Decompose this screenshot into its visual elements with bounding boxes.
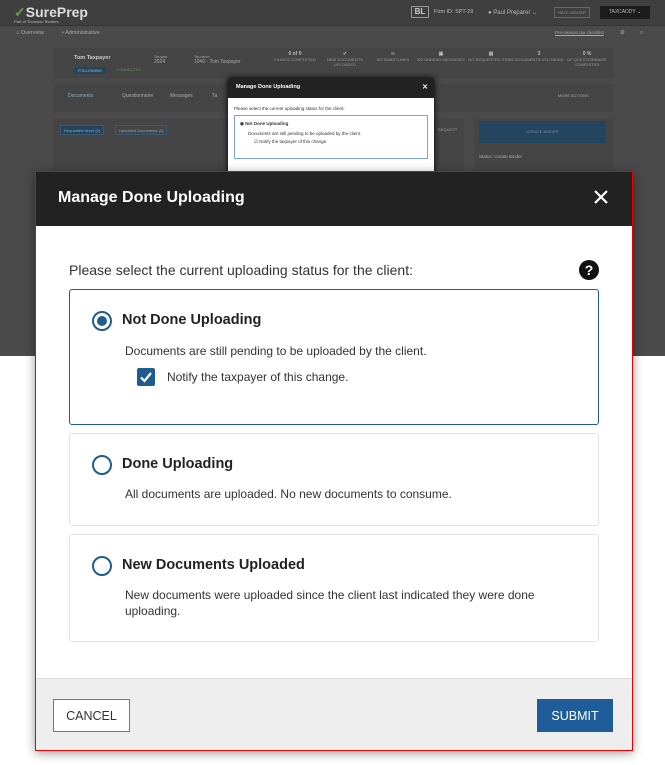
client-name: Tom Taxpayer — [74, 55, 111, 61]
sureprep-logo: ✓SurePrep Part of Thomson Reuters — [14, 4, 88, 24]
tax-year-select[interactable]: Tax year 2024 — [154, 55, 167, 65]
nav-overview[interactable]: ⌂ Overview — [16, 30, 44, 36]
stat-filings: 0 of 0 FILINGS COMPLETED — [274, 51, 316, 63]
option-title: Done Uploading — [122, 456, 234, 472]
firm-badge: BL — [411, 6, 429, 18]
tab-questionnaire[interactable]: Questionnaire — [122, 93, 153, 99]
option-not-done-uploading[interactable]: Not Done Uploading Documents are still p… — [69, 289, 599, 425]
search-icon[interactable]: ⌕ — [640, 30, 643, 37]
request-button[interactable]: REQUEST — [438, 127, 457, 132]
requested-items-tab[interactable]: Requested Items (0) — [60, 125, 105, 135]
radio-done-uploading[interactable] — [92, 455, 112, 475]
stat-requested: ▤ NO REQUESTED ITEMS — [468, 51, 514, 63]
taxcaddy-button[interactable]: TAXCADDY ⌄ — [600, 6, 650, 19]
binder-status: Status: Create Binder — [479, 154, 523, 159]
gear-icon[interactable]: ⚙ — [620, 30, 625, 36]
firm-id: Firm ID: SPT-29 — [434, 9, 474, 15]
tab-more[interactable]: Ta — [212, 93, 217, 99]
notify-label: Notify the taxpayer of this change. — [167, 370, 349, 384]
modal-title: Manage Done Uploading — [58, 189, 245, 206]
option-title: Not Done Uploading — [122, 312, 262, 328]
close-icon[interactable] — [590, 186, 612, 208]
tab-messages[interactable]: Messages — [170, 93, 193, 99]
option-description: Documents are still pending to be upload… — [125, 344, 427, 358]
stat-questionnaire: 0 % OF QUESTIONNAIRE COMPLETED — [567, 51, 607, 68]
stat-documents: 3 DOCUMENTS UPLOADED — [514, 51, 564, 63]
option-done-uploading[interactable]: Done Uploading All documents are uploade… — [69, 433, 599, 526]
notify-checkbox[interactable] — [137, 368, 155, 386]
stat-smartlinks: ∞ NO SMARTLINKS — [376, 51, 410, 63]
more-actions-button[interactable]: MORE ACTIONS — [558, 93, 589, 98]
tax-return-select[interactable]: Tax return 1040 - Tom Taxpayer — [194, 55, 241, 65]
option-description: New documents were uploaded since the cl… — [125, 588, 535, 618]
uploaded-documents-tab[interactable]: Uploaded Documents (2) — [115, 125, 168, 135]
stat-messages: ▣ NO UNREAD MESSAGES — [417, 51, 465, 63]
stat-new-docs: ✔ NEW DOCUMENTS UPLOADED — [326, 51, 364, 68]
nav-administrative[interactable]: ▪ Administrative — [62, 30, 100, 36]
option-description: All documents are uploaded. No new docum… — [125, 487, 452, 501]
connected-badge: CONNECTED — [116, 67, 142, 72]
user-menu[interactable]: ● Paul Preparer ⌄ — [488, 9, 537, 16]
following-button[interactable]: FOLLOWING — [74, 67, 107, 74]
checklist-link[interactable]: Pre-season tax checklist — [555, 30, 604, 35]
help-icon[interactable]: ? — [579, 260, 599, 280]
mini-modal-preview: Manage Done Uploading ✕ Please select the… — [228, 78, 434, 178]
help-center-button[interactable]: HELP CENTER — [554, 7, 590, 18]
radio-not-done-uploading[interactable] — [92, 311, 112, 331]
cancel-button[interactable]: CANCEL — [53, 699, 130, 732]
modal-footer: CANCEL SUBMIT — [36, 678, 632, 750]
top-bar: ✓SurePrep Part of Thomson Reuters BL Firm… — [0, 0, 665, 26]
manage-done-uploading-modal: Manage Done Uploading Please select the … — [35, 171, 633, 751]
modal-prompt: Please select the current uploading stat… — [69, 262, 413, 278]
modal-header: Manage Done Uploading — [36, 172, 632, 226]
radio-new-documents-uploaded[interactable] — [92, 556, 112, 576]
submit-button[interactable]: SUBMIT — [537, 699, 613, 732]
option-new-documents-uploaded[interactable]: New Documents Uploaded New documents wer… — [69, 534, 599, 642]
create-binder-button[interactable]: CREATE BINDER — [479, 121, 606, 143]
option-title: New Documents Uploaded — [122, 557, 305, 573]
tab-documents[interactable]: Documents — [68, 93, 93, 99]
check-icon — [140, 372, 152, 383]
